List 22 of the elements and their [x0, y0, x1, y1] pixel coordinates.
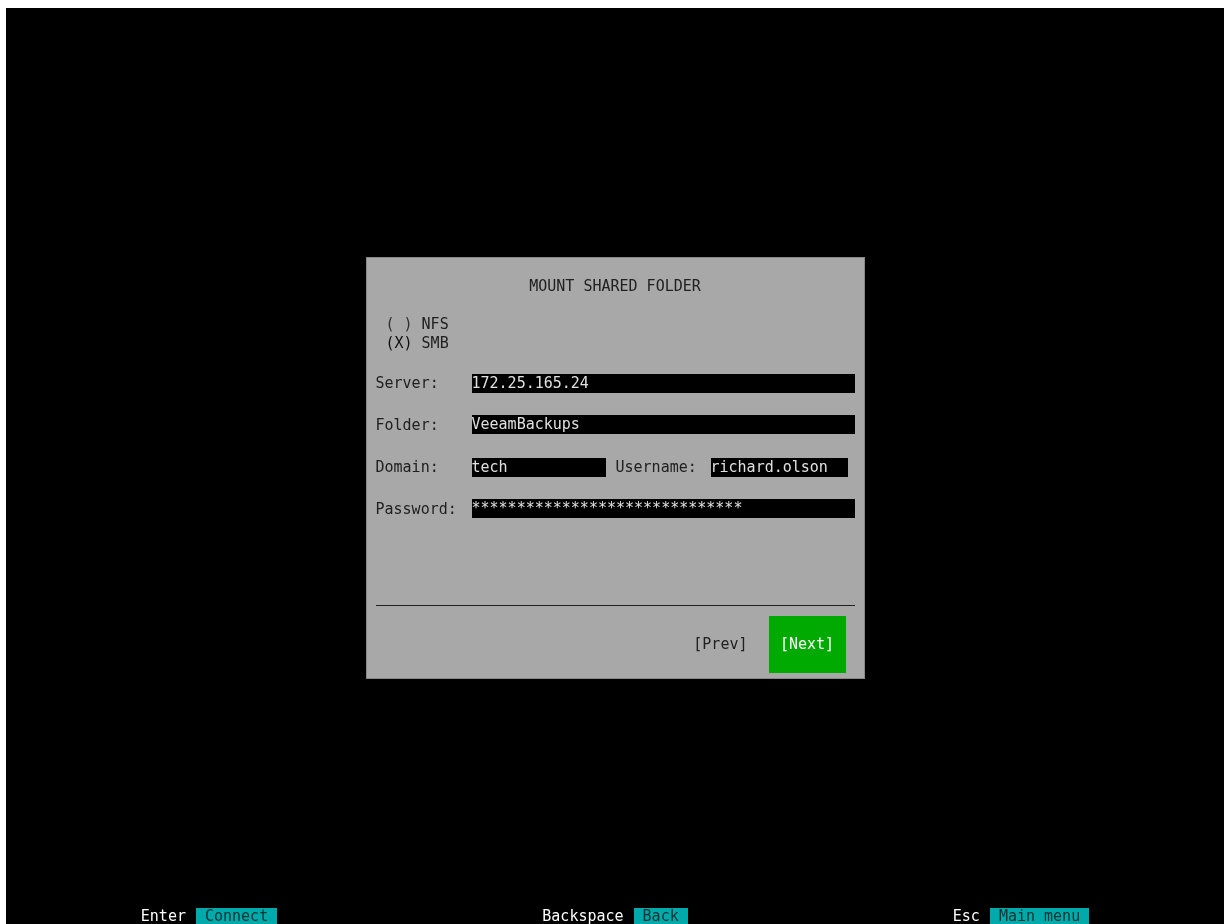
field-label: Password: — [375, 498, 458, 520]
text-field[interactable]: tech — [471, 457, 606, 477]
field-label: Server: — [375, 373, 440, 394]
radio-button[interactable]: ( ) — [385, 315, 413, 334]
text-field[interactable]: 172.25.165.24 — [471, 373, 855, 393]
prev-button[interactable]: [Prev] — [686, 616, 755, 673]
field-label: Folder: — [375, 414, 440, 436]
key-hint: Esc — [952, 908, 980, 924]
action-hint[interactable]: Main menu — [989, 908, 1090, 924]
radio-label: NFS — [421, 315, 449, 334]
radio-label: SMB — [421, 334, 449, 353]
action-hint[interactable]: Back — [633, 908, 688, 924]
text-field[interactable]: VeeamBackups — [471, 415, 855, 435]
text-field[interactable]: ****************************** — [471, 499, 855, 519]
dialog-title: MOUNT SHARED FOLDER — [529, 277, 701, 296]
key-hint: Enter — [140, 908, 186, 924]
field-label: Username: — [615, 457, 698, 478]
field-label: Domain: — [375, 457, 440, 478]
text-field[interactable]: richard.olson — [710, 457, 848, 477]
action-hint[interactable]: Connect — [195, 908, 278, 924]
radio-button[interactable]: (X) — [385, 334, 413, 353]
key-hint: Backspace — [542, 908, 624, 924]
